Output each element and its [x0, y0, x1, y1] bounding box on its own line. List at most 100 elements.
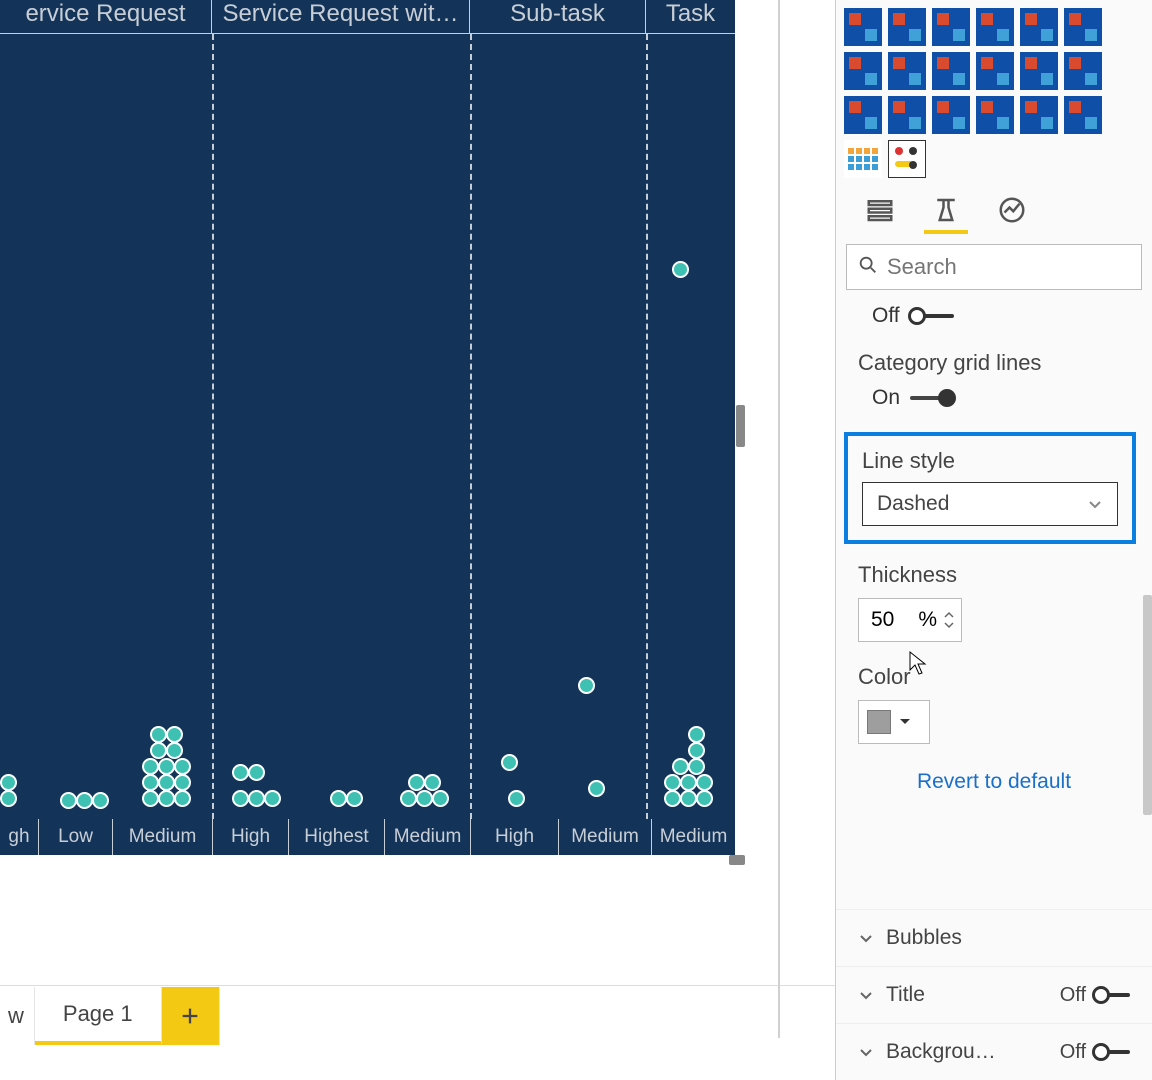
data-point[interactable] — [424, 774, 441, 791]
category-grid-lines-label: Category grid lines — [858, 350, 1130, 376]
data-point[interactable] — [508, 790, 525, 807]
vertical-scrollbar[interactable] — [736, 405, 745, 447]
fields-tab[interactable] — [858, 190, 902, 234]
data-point[interactable] — [92, 792, 109, 809]
data-point[interactable] — [664, 790, 681, 807]
color-picker[interactable] — [858, 700, 930, 744]
viz-type-icon[interactable] — [1020, 8, 1058, 46]
data-point[interactable] — [142, 774, 159, 791]
data-point[interactable] — [696, 774, 713, 791]
data-point[interactable] — [680, 774, 697, 791]
viz-type-icon[interactable] — [1020, 52, 1058, 90]
data-point[interactable] — [150, 742, 167, 759]
data-point[interactable] — [150, 726, 167, 743]
data-point[interactable] — [232, 764, 249, 781]
step-up-icon[interactable] — [943, 610, 955, 620]
data-point[interactable] — [174, 790, 191, 807]
viz-type-icon[interactable] — [888, 96, 926, 134]
data-point[interactable] — [680, 790, 697, 807]
format-tab[interactable] — [924, 190, 968, 234]
viz-type-icon[interactable] — [932, 8, 970, 46]
data-point[interactable] — [158, 790, 175, 807]
column-header: Sub-task — [470, 0, 646, 34]
data-point[interactable] — [248, 764, 265, 781]
data-point[interactable] — [142, 758, 159, 775]
viz-type-icon[interactable] — [1064, 8, 1102, 46]
x-tick: Medium — [112, 819, 212, 855]
data-point[interactable] — [158, 758, 175, 775]
data-point[interactable] — [264, 790, 281, 807]
data-point[interactable] — [688, 726, 705, 743]
thickness-stepper[interactable]: 50 % — [858, 598, 962, 642]
viz-type-icon[interactable] — [1020, 96, 1058, 134]
panel-scrollbar[interactable] — [1143, 595, 1152, 815]
data-point[interactable] — [588, 780, 605, 797]
viz-type-icon[interactable] — [844, 8, 882, 46]
color-swatch — [867, 710, 891, 734]
chevron-down-icon — [858, 930, 874, 946]
search-input[interactable] — [887, 254, 1152, 280]
data-point[interactable] — [330, 790, 347, 807]
viz-type-icon[interactable] — [1064, 96, 1102, 134]
viz-type-icon[interactable] — [932, 52, 970, 90]
data-point[interactable] — [0, 790, 17, 807]
x-tick: High — [470, 819, 558, 855]
background-toggle[interactable]: Off — [1060, 1041, 1130, 1064]
viz-type-icon[interactable] — [844, 52, 882, 90]
data-point[interactable] — [672, 758, 689, 775]
accordion-bubbles[interactable]: Bubbles — [836, 909, 1152, 966]
data-point[interactable] — [166, 742, 183, 759]
data-point[interactable] — [346, 790, 363, 807]
data-point[interactable] — [60, 792, 77, 809]
category-grid-lines-toggle[interactable]: On — [872, 386, 1130, 410]
data-point[interactable] — [400, 790, 417, 807]
data-point[interactable] — [408, 774, 425, 791]
data-point[interactable] — [166, 726, 183, 743]
data-point[interactable] — [664, 774, 681, 791]
data-point[interactable] — [232, 790, 249, 807]
viz-type-icon[interactable] — [976, 8, 1014, 46]
data-point[interactable] — [688, 758, 705, 775]
tab-page-1[interactable]: Page 1 — [35, 987, 162, 1045]
data-point[interactable] — [672, 261, 689, 278]
step-down-icon[interactable] — [943, 620, 955, 630]
column-header: Service Request wit… — [212, 0, 470, 34]
add-page-button[interactable] — [162, 987, 220, 1045]
color-label: Color — [858, 664, 1130, 690]
data-point[interactable] — [248, 790, 265, 807]
dot-plot-visual[interactable]: ervice Request Service Request wit… Sub-… — [0, 0, 735, 855]
data-point[interactable] — [416, 790, 433, 807]
data-point[interactable] — [174, 758, 191, 775]
data-point[interactable] — [696, 790, 713, 807]
viz-type-matrix-icon[interactable] — [844, 140, 882, 178]
viz-type-icon[interactable] — [844, 96, 882, 134]
revert-to-default-link[interactable]: Revert to default — [858, 770, 1130, 794]
data-point[interactable] — [432, 790, 449, 807]
viz-type-icon[interactable] — [976, 52, 1014, 90]
analytics-tab[interactable] — [990, 190, 1034, 234]
accordion-background[interactable]: Backgrou… Off — [836, 1023, 1152, 1080]
viz-type-icon[interactable] — [888, 52, 926, 90]
gridline — [470, 34, 472, 819]
page-tabs: w Page 1 — [0, 985, 835, 1045]
viz-type-dotplot-icon[interactable] — [888, 140, 926, 178]
data-point[interactable] — [0, 774, 17, 791]
resize-handle[interactable] — [729, 855, 745, 865]
data-point[interactable] — [501, 754, 518, 771]
data-point[interactable] — [174, 774, 191, 791]
title-toggle[interactable]: Off — [1060, 984, 1130, 1007]
search-box[interactable] — [846, 244, 1142, 290]
viz-type-icon[interactable] — [888, 8, 926, 46]
data-point[interactable] — [142, 790, 159, 807]
viz-type-icon[interactable] — [976, 96, 1014, 134]
tab-partial[interactable]: w — [0, 987, 35, 1045]
data-point[interactable] — [158, 774, 175, 791]
prev-toggle[interactable]: Off — [872, 304, 1130, 328]
accordion-title[interactable]: Title Off — [836, 966, 1152, 1023]
viz-type-icon[interactable] — [1064, 52, 1102, 90]
data-point[interactable] — [688, 742, 705, 759]
data-point[interactable] — [578, 677, 595, 694]
viz-type-icon[interactable] — [932, 96, 970, 134]
data-point[interactable] — [76, 792, 93, 809]
line-style-select[interactable]: Dashed — [862, 482, 1118, 526]
